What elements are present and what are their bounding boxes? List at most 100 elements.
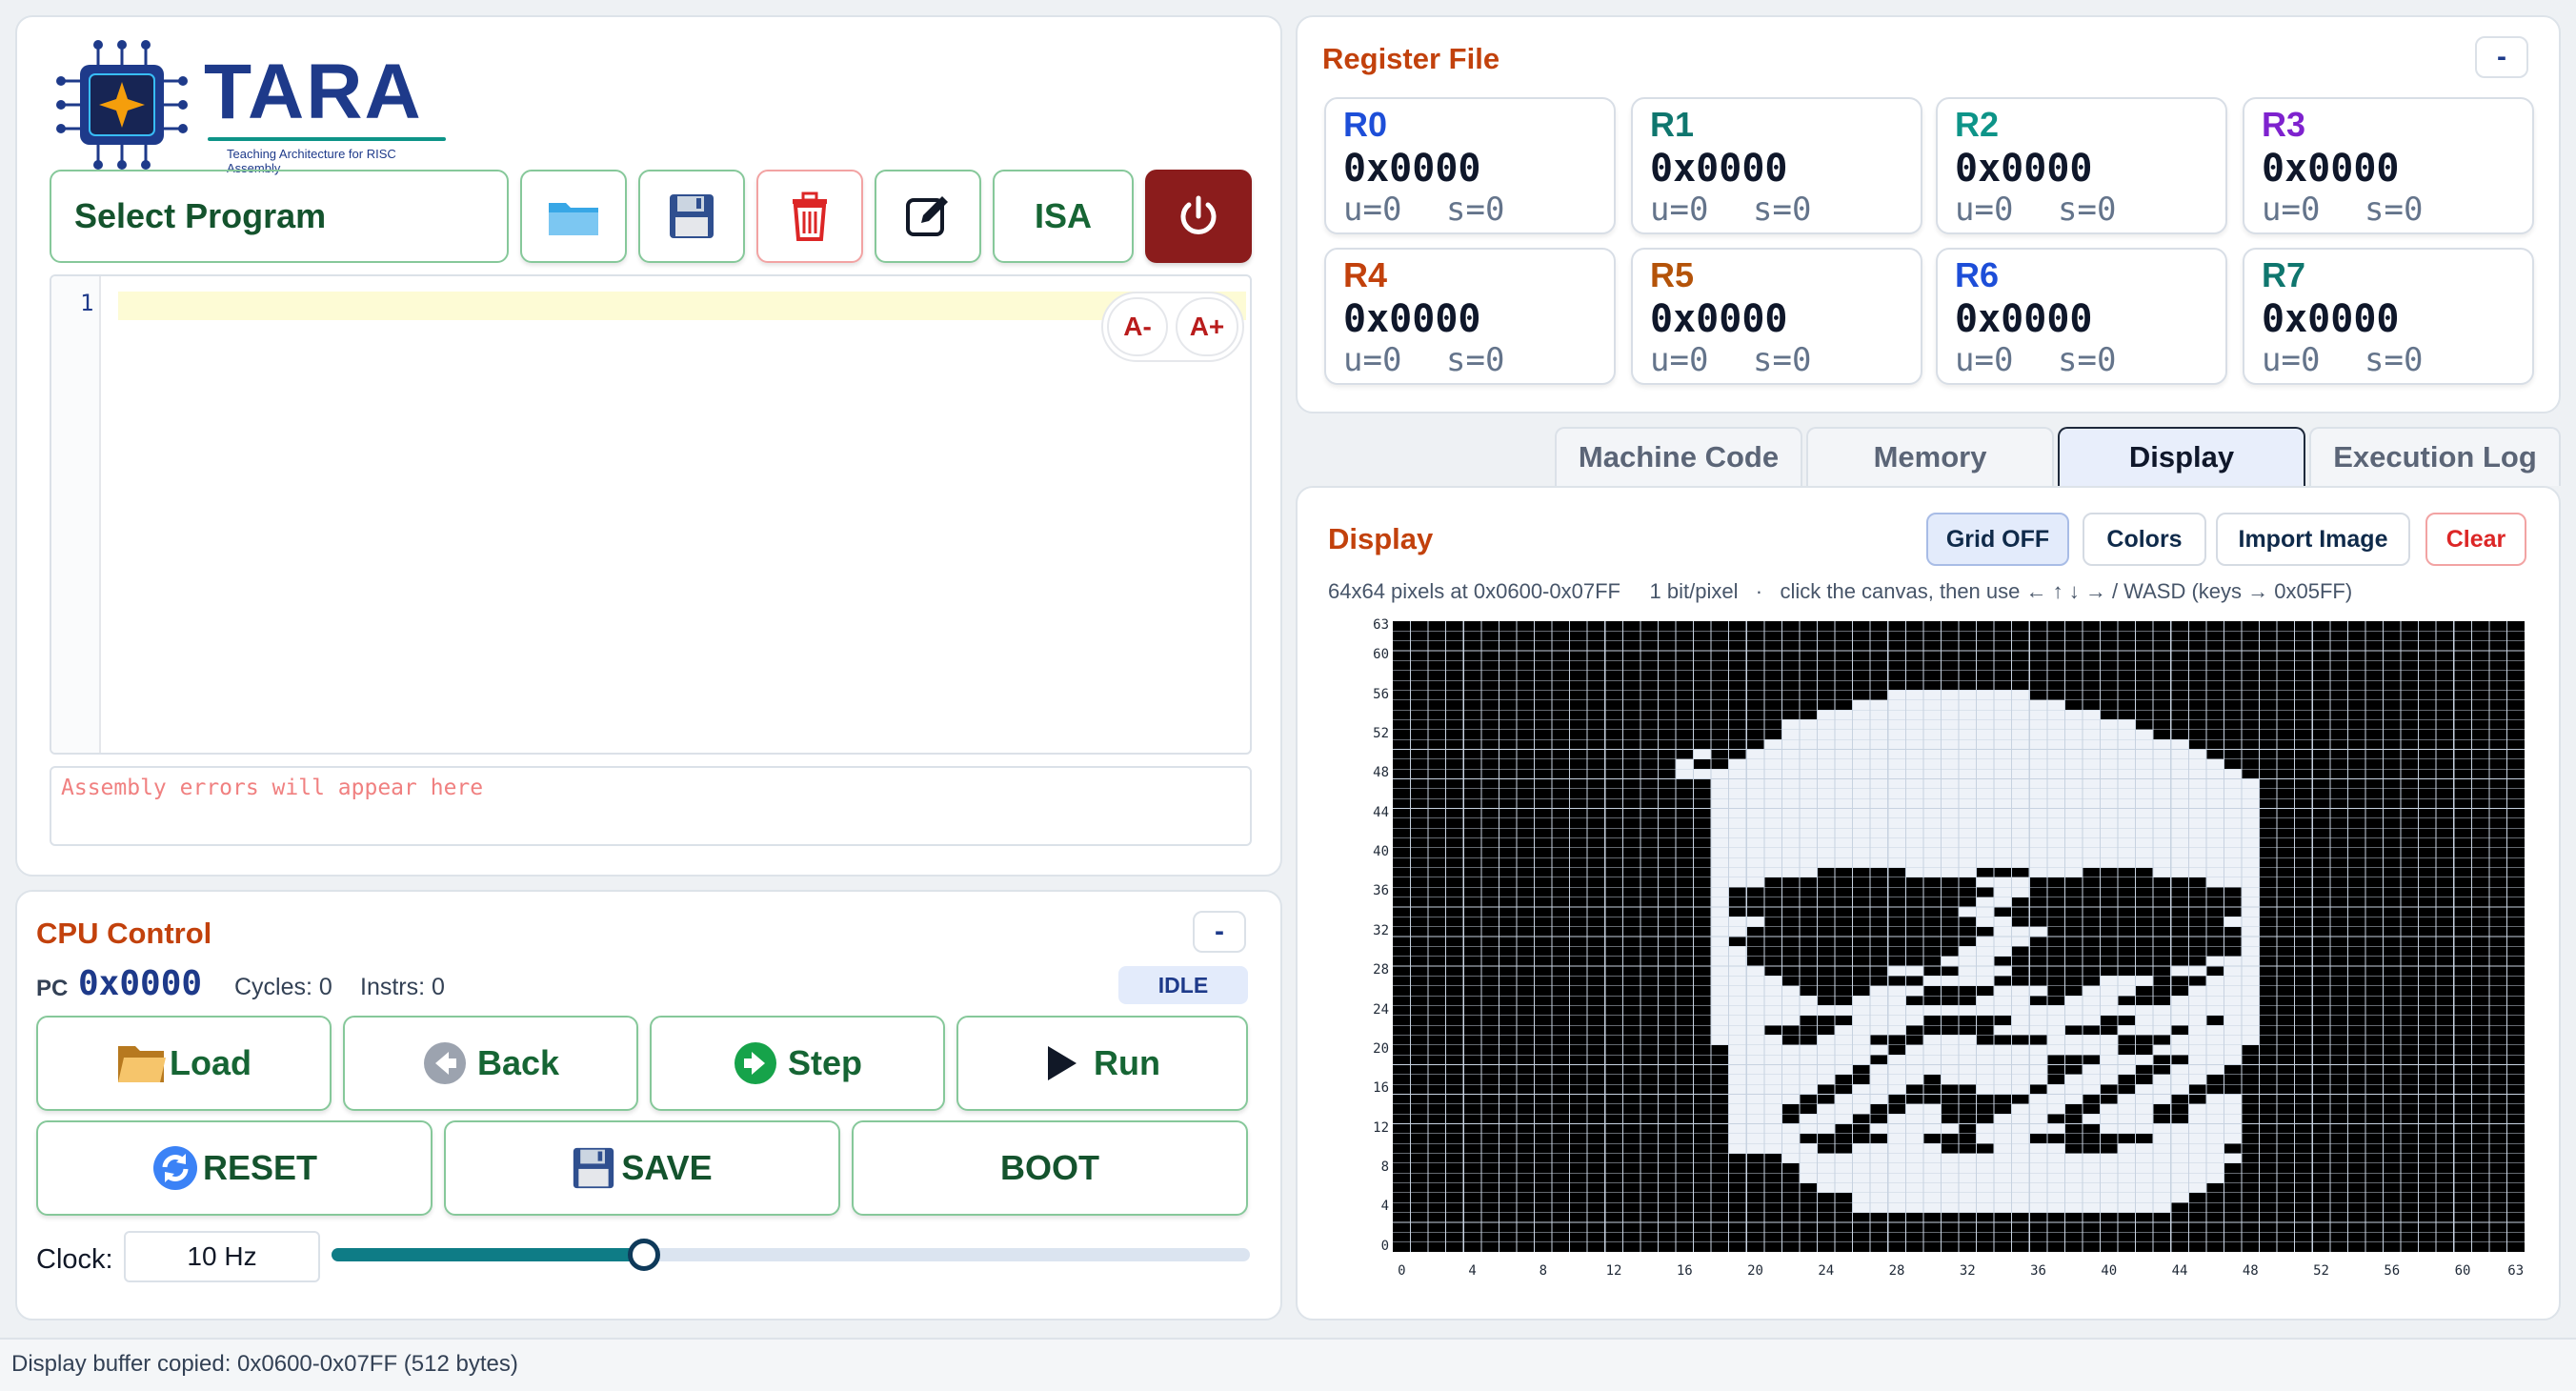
lit-pixel-run [1711, 887, 1729, 897]
pc-value: 0x0000 [78, 964, 203, 1003]
tab-execution-log[interactable]: Execution Log [2309, 427, 2561, 486]
register-signed: s=0 [1753, 341, 1812, 379]
code-editor[interactable]: 1 A- A+ [50, 274, 1252, 755]
lit-pixel-run [1994, 985, 2047, 997]
floppy-disk-icon [670, 194, 714, 238]
colors-button[interactable]: Colors [2083, 513, 2206, 566]
step-button-label: Step [787, 1043, 862, 1082]
lit-pixel-run [2011, 1015, 2101, 1026]
font-decrease-button[interactable]: A- [1107, 297, 1168, 356]
lit-pixel-run [2153, 1074, 2206, 1085]
back-button[interactable]: Back [343, 1016, 638, 1111]
lit-pixel-run [1711, 847, 2260, 858]
tab-display[interactable]: Display [2058, 427, 2305, 486]
isa-button[interactable]: ISA [993, 170, 1134, 263]
x-tick-label: 32 [1959, 1263, 1976, 1279]
x-tick-label: 16 [1676, 1263, 1693, 1279]
x-tick-label: 28 [1888, 1263, 1905, 1279]
lit-pixel-run [1781, 729, 2154, 740]
pc-label: PC [36, 976, 69, 1001]
lit-pixel-run [1711, 778, 2260, 789]
y-tick-label: 56 [1373, 686, 1389, 702]
x-tick-label: 60 [2454, 1263, 2471, 1279]
register-r6: R6 0x0000 u=0 s=0 [1936, 248, 2227, 385]
line-gutter [51, 276, 101, 753]
lit-pixel-run [1711, 808, 2260, 818]
clock-slider-thumb[interactable] [627, 1239, 660, 1271]
lit-pixel-run [1711, 837, 2260, 848]
x-tick-label: 44 [2171, 1263, 2188, 1279]
display-canvas[interactable] [1393, 621, 2525, 1252]
register-collapse-button[interactable]: - [2475, 36, 2528, 78]
y-tick-label: 40 [1373, 844, 1389, 860]
register-value: 0x0000 [1955, 147, 2093, 191]
tab-machine-code[interactable]: Machine Code [1555, 427, 1802, 486]
register-value: 0x0000 [1650, 297, 1788, 341]
import-image-button[interactable]: Import Image [2216, 513, 2410, 566]
edit-program-button[interactable] [875, 170, 981, 263]
clear-display-button[interactable]: Clear [2425, 513, 2526, 566]
x-tick-label: 48 [2242, 1263, 2259, 1279]
load-button[interactable]: Load [36, 1016, 332, 1111]
font-increase-button[interactable]: A+ [1176, 297, 1238, 356]
lit-pixel-run [1976, 1123, 2065, 1134]
register-unsigned: u=0 [1650, 191, 1709, 229]
run-button-label: Run [1094, 1043, 1160, 1082]
step-button[interactable]: Step [650, 1016, 945, 1111]
lit-pixel-run [2188, 1103, 2242, 1115]
lit-pixel-run [1711, 857, 2260, 868]
lit-pixel-run [2029, 1094, 2083, 1104]
lit-pixel-run [1817, 1035, 1871, 1045]
floppy-disk-icon [574, 1147, 614, 1189]
cpu-collapse-button[interactable]: - [1193, 911, 1246, 953]
y-tick-label: 48 [1373, 765, 1389, 781]
register-file-title: Register File [1322, 42, 1500, 75]
save-state-button[interactable]: SAVE [444, 1120, 840, 1216]
tara-logo: TARA Teaching Architecture for RISC Asse… [46, 38, 446, 175]
lit-pixel-run [2188, 1114, 2242, 1124]
register-unsigned: u=0 [1955, 341, 2014, 379]
lit-pixel-run [1852, 1143, 1942, 1154]
lit-pixel-run [1728, 1044, 1888, 1056]
y-tick-label: 12 [1373, 1119, 1389, 1136]
reset-button[interactable]: RESET [36, 1120, 433, 1216]
clock-value-field[interactable]: 10 Hz [124, 1231, 320, 1282]
grid-toggle-button[interactable]: Grid OFF [1926, 513, 2069, 566]
run-button[interactable]: Run [956, 1016, 1248, 1111]
lit-pixel-run [1728, 1114, 1782, 1124]
clock-label: Clock: [36, 1244, 113, 1275]
power-button[interactable] [1145, 170, 1252, 263]
open-file-button[interactable] [520, 170, 627, 263]
register-file-panel: Register File - R0 0x0000 u=0 s=0 R1 0x0000 u=… [1296, 15, 2561, 413]
assembly-errors-box: Assembly errors will appear here [50, 766, 1252, 846]
save-file-button[interactable] [638, 170, 745, 263]
register-signed: s=0 [2365, 191, 2424, 229]
program-select[interactable]: Select Program [50, 170, 509, 263]
register-name: R6 [1955, 255, 2000, 294]
lit-pixel-run [1711, 1005, 2260, 1016]
cpu-status-badge: IDLE [1118, 966, 1248, 1004]
y-tick-label: 52 [1373, 725, 1389, 741]
clock-slider[interactable] [332, 1239, 1250, 1271]
lit-pixel-run [1870, 1123, 1959, 1134]
edit-icon [906, 196, 948, 236]
lit-pixel-run [2029, 867, 2083, 877]
x-tick-label: 24 [1818, 1263, 1835, 1279]
x-tick-label: 56 [2384, 1263, 2401, 1279]
register-signed: s=0 [2058, 341, 2117, 379]
cpu-control-title: CPU Control [36, 917, 212, 950]
boot-button[interactable]: BOOT [852, 1120, 1248, 1216]
lit-pixel-run [1711, 966, 1764, 977]
brand-underline [208, 137, 446, 141]
lit-pixel-run [1711, 877, 1764, 888]
lit-pixel-run [1976, 1084, 2030, 1095]
program-select-label: Select Program [74, 196, 327, 235]
register-name: R2 [1955, 105, 2000, 144]
lit-pixel-run [1711, 1015, 1800, 1026]
tab-memory[interactable]: Memory [1806, 427, 2054, 486]
delete-program-button[interactable] [756, 170, 863, 263]
status-bar: Display buffer copied: 0x0600-0x07FF (51… [0, 1338, 2576, 1391]
lit-pixel-run [1711, 917, 1764, 927]
y-tick-label: 36 [1373, 883, 1389, 899]
lit-pixel-run [1852, 1084, 1906, 1095]
